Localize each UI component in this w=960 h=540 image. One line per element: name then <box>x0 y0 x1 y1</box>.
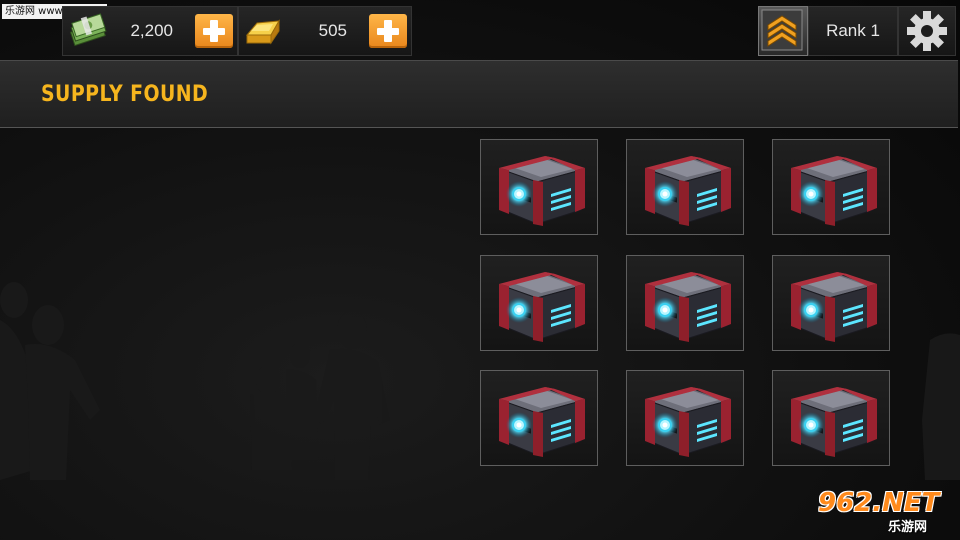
supply-crate-icon <box>498 386 586 458</box>
supply-crate-icon <box>644 386 732 458</box>
rank-chevron-icon <box>761 9 803 51</box>
page-title: SUPPLY FOUND <box>41 82 209 107</box>
gear-icon <box>907 11 947 51</box>
supply-slot-3[interactable] <box>772 139 890 235</box>
cash-stack-icon <box>69 13 107 47</box>
supply-crate-icon <box>644 271 732 343</box>
rank-badge[interactable] <box>758 6 808 56</box>
supply-slot-7[interactable] <box>480 370 598 466</box>
supply-crate-icon <box>498 155 586 227</box>
supply-crate-icon <box>790 271 878 343</box>
money-panel: 2,200 <box>62 6 238 56</box>
supply-slot-4[interactable] <box>480 255 598 351</box>
gold-panel: 505 <box>238 6 412 56</box>
money-value: 2,200 <box>130 21 173 40</box>
gold-bar-icon <box>245 19 280 45</box>
supply-crate-icon <box>790 155 878 227</box>
watermark-logo-text: 962.NET <box>818 488 940 518</box>
supply-slot-8[interactable] <box>626 370 744 466</box>
supply-header: SUPPLY FOUND <box>0 60 958 128</box>
add-gold-button[interactable] <box>369 14 407 48</box>
supply-crate-icon <box>644 155 732 227</box>
add-money-button[interactable] <box>195 14 233 48</box>
supply-crate-icon <box>790 386 878 458</box>
supply-slot-6[interactable] <box>772 255 890 351</box>
rank-label: Rank 1 <box>826 21 880 40</box>
gold-value: 505 <box>318 21 347 40</box>
supply-crate-icon <box>498 271 586 343</box>
supply-grid <box>480 139 892 467</box>
supply-slot-2[interactable] <box>626 139 744 235</box>
supply-slot-5[interactable] <box>626 255 744 351</box>
rank-panel: Rank 1 <box>808 6 898 56</box>
settings-button[interactable] <box>898 6 956 56</box>
watermark-logo: 962.NET 乐游网 <box>818 486 956 538</box>
supply-slot-9[interactable] <box>772 370 890 466</box>
watermark-logo-subtext: 乐游网 <box>888 520 928 535</box>
supply-slot-1[interactable] <box>480 139 598 235</box>
